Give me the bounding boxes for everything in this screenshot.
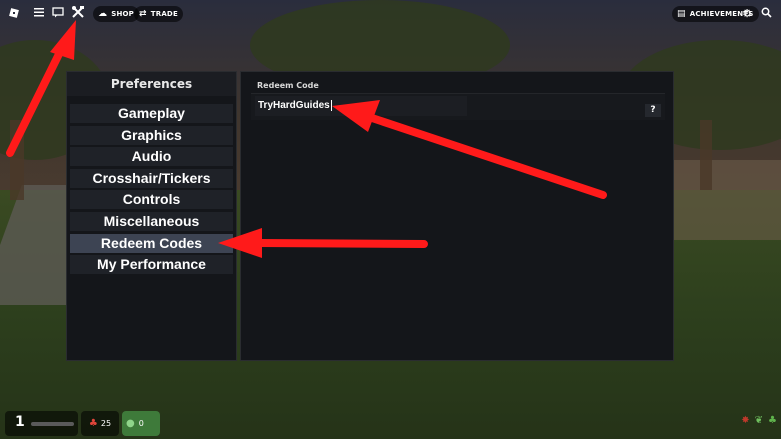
roblox-logo-icon[interactable] xyxy=(7,7,20,20)
menu-icon[interactable] xyxy=(32,7,45,21)
shop-button[interactable]: ☁ SHOP xyxy=(93,6,139,22)
preferences-menu: Gameplay Graphics Audio Crosshair/Ticker… xyxy=(70,104,233,277)
menu-item-audio[interactable]: Audio xyxy=(70,147,233,167)
level-number: 1 xyxy=(15,414,25,430)
menu-item-my-performance[interactable]: My Performance xyxy=(70,255,233,275)
gear-icon[interactable]: ⚙ xyxy=(741,7,753,21)
trade-label: TRADE xyxy=(150,10,178,18)
redeem-code-value: TryHardGuides xyxy=(258,100,330,111)
preferences-sidebar: Preferences Gameplay Graphics Audio Cros… xyxy=(66,71,237,361)
tools-icon[interactable] xyxy=(70,5,86,23)
redeem-code-title: Redeem Code xyxy=(257,81,319,90)
redeem-code-panel: Redeem Code TryHardGuides ? xyxy=(240,71,674,361)
coin-icon: ● xyxy=(126,418,135,429)
achievements-icon: ▤ xyxy=(677,9,686,19)
top-bar: ☁ SHOP ⇄ TRADE ▤ ACHIEVEMENTS ⚙ xyxy=(0,0,781,28)
cash-value: 25 xyxy=(100,419,112,428)
help-button[interactable]: ? xyxy=(645,104,661,117)
trade-icon: ⇄ xyxy=(139,9,147,19)
menu-item-crosshair-tickers[interactable]: Crosshair/Tickers xyxy=(70,168,233,188)
menu-item-miscellaneous[interactable]: Miscellaneous xyxy=(70,211,233,231)
bottom-right-icons: ✸ ❦ ♣ xyxy=(741,415,777,426)
cash-icon: ♣ xyxy=(88,418,98,429)
shop-label: SHOP xyxy=(111,10,134,18)
menu-item-graphics[interactable]: Graphics xyxy=(70,125,233,145)
preferences-title: Preferences xyxy=(67,72,236,96)
shop-icon: ☁ xyxy=(98,9,108,19)
leaf-icon[interactable]: ❦ xyxy=(755,415,763,426)
menu-item-redeem-codes[interactable]: Redeem Codes xyxy=(70,233,233,253)
xp-bar xyxy=(31,422,74,426)
redeem-code-row: TryHardGuides ? xyxy=(251,93,665,120)
level-indicator: 1 xyxy=(5,411,78,436)
trade-button[interactable]: ⇄ TRADE xyxy=(134,6,183,22)
cash-counter: ♣ 25 xyxy=(81,411,119,436)
clover-icon[interactable]: ♣ xyxy=(768,415,777,426)
green-currency-counter[interactable]: ● 0 xyxy=(122,411,160,436)
search-icon[interactable] xyxy=(760,7,772,22)
green-value: 0 xyxy=(138,419,144,428)
text-caret xyxy=(330,99,332,111)
bug-icon[interactable]: ✸ xyxy=(741,415,749,426)
redeem-code-input[interactable]: TryHardGuides xyxy=(255,96,467,116)
menu-item-gameplay[interactable]: Gameplay xyxy=(70,104,233,123)
menu-item-controls[interactable]: Controls xyxy=(70,190,233,210)
chat-icon[interactable] xyxy=(51,7,64,22)
